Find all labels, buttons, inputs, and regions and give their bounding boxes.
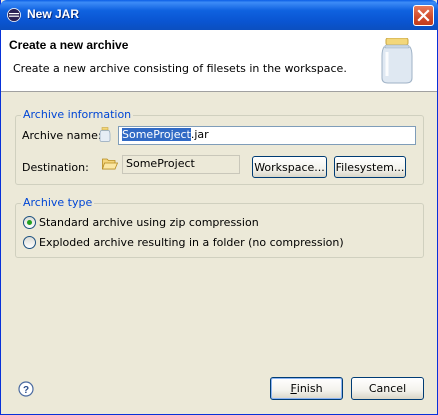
filesystem-button-label: Filesystem... [335,160,405,174]
page-title: Create a new archive [9,38,129,52]
open-folder-icon [102,158,118,170]
archive-information-legend: Archive information [21,108,134,121]
archive-name-selected-text: SomeProject [122,128,191,141]
cancel-button-label: Cancel [368,382,407,395]
eclipse-icon [7,8,21,22]
jar-icon [381,38,413,84]
standard-archive-radio[interactable] [23,216,36,229]
jar-small-icon [99,127,111,142]
destination-value: SomeProject [126,157,195,170]
finish-button-label: inish [296,382,323,395]
archive-type-group: Archive type [15,196,424,258]
destination-field: SomeProject [122,155,240,174]
cancel-button[interactable]: Cancel [351,377,424,400]
title-bar[interactable]: New JAR [0,0,438,30]
archive-name-label: Archive name: [22,129,102,142]
svg-text:?: ? [23,385,29,396]
close-icon [417,9,430,22]
exploded-archive-radio[interactable] [23,236,36,249]
archive-name-extension: .jar [190,128,209,141]
filesystem-button[interactable]: Filesystem... [334,156,406,178]
archive-name-input[interactable]: SomeProject.jar [118,126,416,145]
workspace-button-label: Workspace... [254,160,325,174]
page-description: Create a new archive consisting of files… [13,62,347,75]
radio-selected-dot [27,220,32,225]
exploded-archive-label[interactable]: Exploded archive resulting in a folder (… [39,236,344,249]
help-icon[interactable]: ? [18,381,34,397]
new-jar-dialog: New JAR Create a new archive Create a ne… [0,0,438,415]
wizard-header: Create a new archive Create a new archiv… [1,30,437,92]
close-button[interactable] [413,5,434,26]
window-title: New JAR [27,7,80,21]
workspace-button[interactable]: Workspace... [252,156,327,178]
standard-archive-label[interactable]: Standard archive using zip compression [39,216,259,229]
archive-type-legend: Archive type [21,196,95,209]
finish-button[interactable]: Finish [270,377,343,400]
destination-label: Destination: [22,161,89,174]
